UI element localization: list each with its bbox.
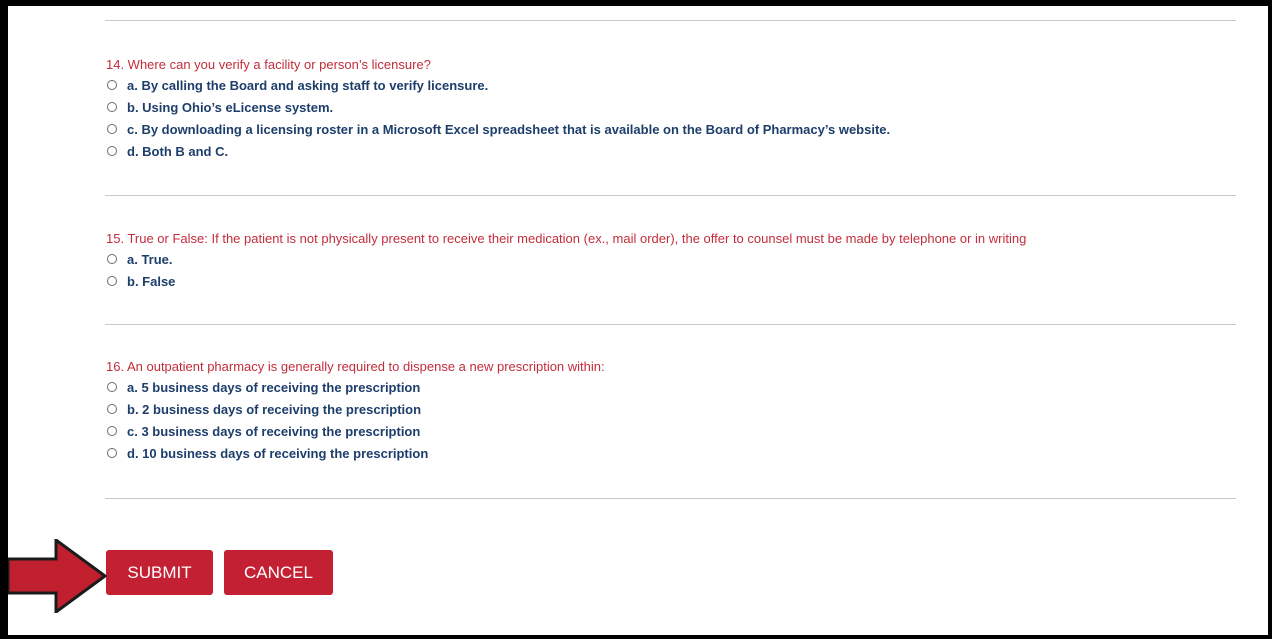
q16-option-c-label: c. 3 business days of receiving the pres… <box>127 423 421 439</box>
q14-option-a-label: a. By calling the Board and asking staff… <box>127 77 489 93</box>
red-right-arrow-icon <box>8 539 108 613</box>
q15-option-a[interactable]: a. True. <box>106 248 1246 270</box>
radio-button-icon[interactable] <box>107 146 117 156</box>
q15-option-b[interactable]: b. False <box>106 270 1246 292</box>
radio-button-icon[interactable] <box>107 102 117 112</box>
radio-button-icon[interactable] <box>107 254 117 264</box>
radio-button-icon[interactable] <box>107 448 117 458</box>
radio-button-icon[interactable] <box>107 80 117 90</box>
q16-option-a-label: a. 5 business days of receiving the pres… <box>127 379 421 395</box>
divider <box>105 195 1236 196</box>
question-14-text: 14. Where can you verify a facility or p… <box>106 57 431 72</box>
question-14: 14. Where can you verify a facility or p… <box>106 57 1246 162</box>
q14-option-c[interactable]: c. By downloading a licensing roster in … <box>106 118 1246 140</box>
radio-button-icon[interactable] <box>107 382 117 392</box>
cancel-button[interactable]: CANCEL <box>224 550 333 595</box>
q14-option-b-label: b. Using Ohio’s eLicense system. <box>127 99 334 115</box>
q16-option-c[interactable]: c. 3 business days of receiving the pres… <box>106 420 1246 442</box>
q16-option-a[interactable]: a. 5 business days of receiving the pres… <box>106 376 1246 398</box>
radio-button-icon[interactable] <box>107 276 117 286</box>
question-16: 16. An outpatient pharmacy is generally … <box>106 359 1246 464</box>
q14-option-c-label: c. By downloading a licensing roster in … <box>127 121 891 137</box>
q15-option-b-label: b. False <box>127 273 176 289</box>
page-frame: 14. Where can you verify a facility or p… <box>8 6 1268 635</box>
radio-button-icon[interactable] <box>107 404 117 414</box>
q16-option-d[interactable]: d. 10 business days of receiving the pre… <box>106 442 1246 464</box>
question-16-text: 16. An outpatient pharmacy is generally … <box>106 359 605 374</box>
radio-button-icon[interactable] <box>107 124 117 134</box>
divider <box>105 20 1236 21</box>
radio-button-icon[interactable] <box>107 426 117 436</box>
q16-option-d-label: d. 10 business days of receiving the pre… <box>127 445 429 461</box>
question-15-text: 15. True or False: If the patient is not… <box>106 231 1027 246</box>
q14-option-d[interactable]: d. Both B and C. <box>106 140 1246 162</box>
question-15: 15. True or False: If the patient is not… <box>106 231 1246 292</box>
q16-option-b-label: b. 2 business days of receiving the pres… <box>127 401 422 417</box>
q15-option-a-label: a. True. <box>127 251 173 267</box>
q14-option-a[interactable]: a. By calling the Board and asking staff… <box>106 74 1246 96</box>
divider <box>105 498 1236 499</box>
q14-option-d-label: d. Both B and C. <box>127 143 229 159</box>
q16-option-b[interactable]: b. 2 business days of receiving the pres… <box>106 398 1246 420</box>
submit-button[interactable]: SUBMIT <box>106 550 213 595</box>
q14-option-b[interactable]: b. Using Ohio’s eLicense system. <box>106 96 1246 118</box>
divider <box>105 324 1236 325</box>
